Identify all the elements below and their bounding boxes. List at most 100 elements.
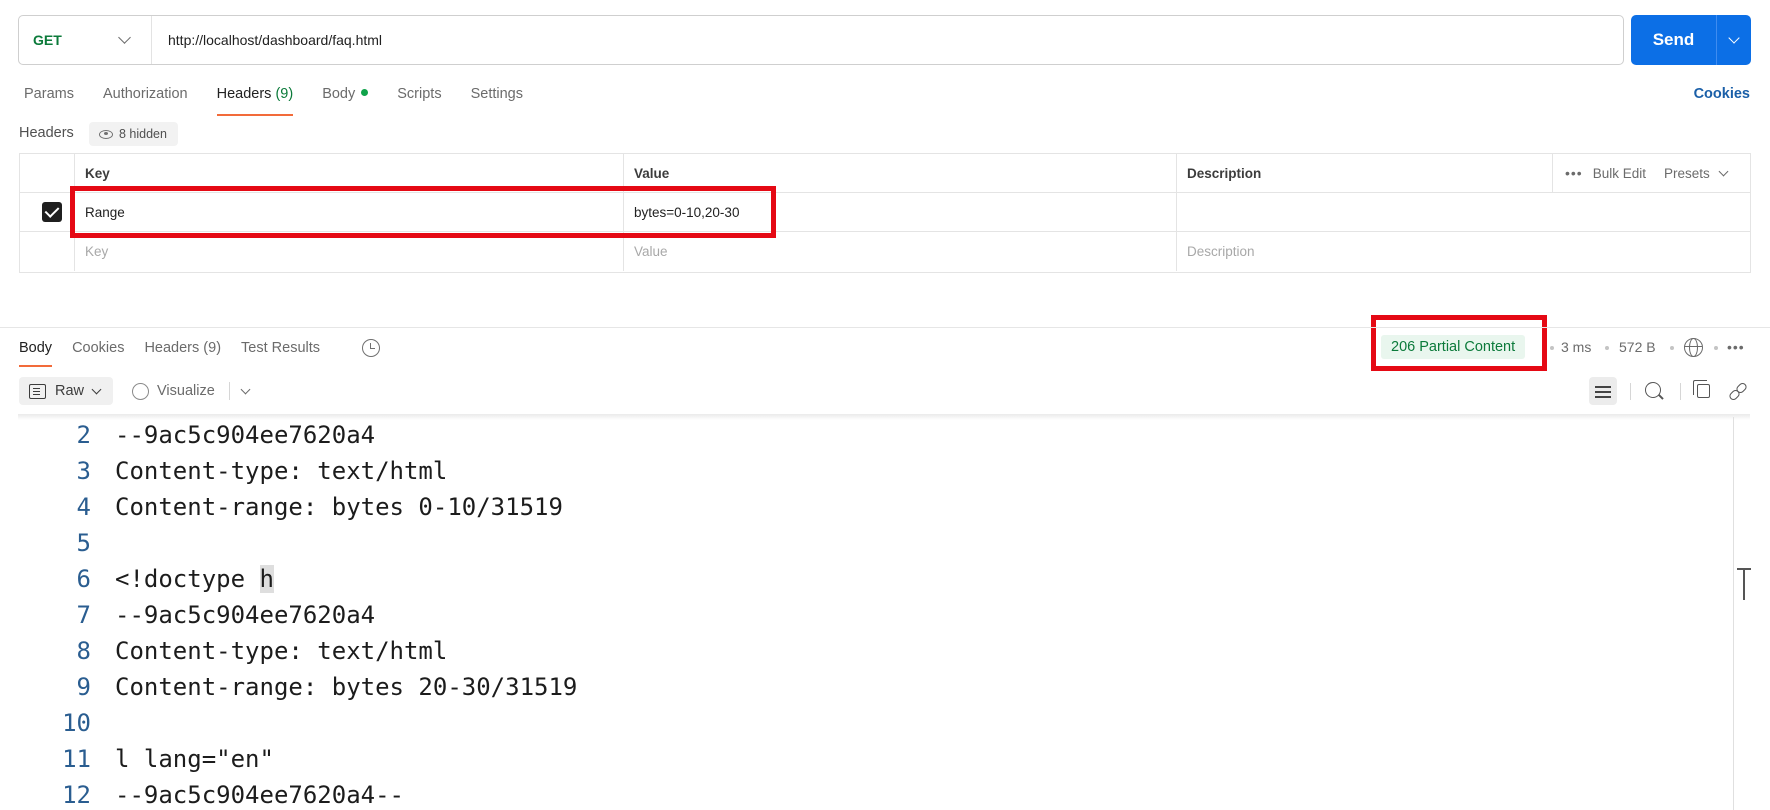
request-tabs: Params Authorization Headers (9) Body Sc… (24, 86, 552, 116)
line-number: 6 (76, 565, 91, 593)
tab-test-results[interactable]: Test Results (241, 340, 320, 367)
code-line: 5 (18, 525, 1734, 561)
line-text: <!doctype h (91, 561, 274, 597)
line-text (91, 705, 115, 741)
status-badge[interactable]: 206 Partial Content (1381, 335, 1526, 359)
line-number: 3 (76, 457, 91, 485)
line-number: 7 (76, 601, 91, 629)
url-bar: GET http://localhost/dashboard/faq.html (18, 15, 1624, 65)
line-text: Content-type: text/html (115, 457, 448, 485)
table-actions: ••• Bulk Edit Presets (1553, 154, 1752, 192)
send-dropdown[interactable] (1717, 32, 1751, 44)
tab-scripts[interactable]: Scripts (397, 86, 441, 116)
line-text: Content-range: bytes 20-30/31519 (115, 673, 578, 701)
globe-icon[interactable] (1684, 338, 1703, 357)
annotation-box-header (70, 186, 776, 238)
tab-params[interactable]: Params (24, 86, 74, 116)
raw-format-icon (29, 383, 46, 399)
send-button[interactable]: Send (1631, 15, 1751, 65)
headers-title: Headers (19, 125, 74, 141)
line-number: 9 (76, 673, 91, 701)
response-size[interactable]: 572 B (1619, 339, 1656, 355)
status-dot-icon (361, 89, 369, 96)
tab-label: Body (322, 86, 356, 102)
toolbar-divider (1680, 383, 1681, 400)
line-number: 10 (62, 709, 91, 737)
response-body-code[interactable]: 2 --9ac5c904ee7620a4 3 Content-type: text/… (18, 417, 1734, 810)
response-time[interactable]: 3 ms (1561, 339, 1591, 355)
code-line: 9 Content-range: bytes 20-30/31519 (18, 669, 1734, 705)
code-line: 6 <!doctype h (18, 561, 1734, 597)
code-line: 10 (18, 705, 1734, 741)
search-icon[interactable] (1645, 382, 1661, 398)
tab-label: Authorization (102, 86, 188, 102)
code-line: 3 Content-type: text/html (18, 453, 1734, 489)
code-line: 4 Content-range: bytes 0-10/31519 (18, 489, 1734, 525)
visualize-button[interactable]: Visualize (132, 377, 251, 405)
tab-label: Headers (144, 340, 200, 356)
hidden-headers-toggle[interactable]: 8 hidden (89, 122, 178, 146)
tab-label: Headers (216, 86, 272, 102)
separator-dot (1550, 346, 1554, 350)
tab-label: Params (24, 86, 74, 102)
separator-dot (1714, 346, 1718, 350)
visualize-icon (132, 382, 149, 400)
copy-icon[interactable] (1693, 380, 1710, 398)
tab-headers[interactable]: Headers (9) (216, 86, 294, 116)
code-line: 8 Content-type: text/html (18, 633, 1734, 669)
more-icon[interactable]: ••• (1565, 165, 1583, 181)
bulk-edit-button[interactable]: Bulk Edit (1593, 166, 1646, 181)
checkbox-column (20, 154, 75, 192)
line-text-part: <!doctype (115, 565, 260, 593)
more-options-icon[interactable]: ••• (1727, 339, 1745, 355)
chevron-down-icon (91, 384, 102, 394)
format-label: Raw (55, 383, 85, 399)
send-label: Send (1652, 30, 1695, 49)
eye-icon (99, 129, 113, 139)
row-checkbox[interactable] (42, 202, 62, 222)
header-description-input[interactable] (1177, 193, 1752, 231)
tab-response-headers[interactable]: Headers (9) (144, 340, 221, 367)
cookies-link[interactable]: Cookies (1694, 86, 1750, 102)
tab-label: Settings (470, 86, 523, 102)
separator-dot (1670, 346, 1674, 350)
line-number: 2 (76, 421, 91, 449)
line-text: l lang="en" (115, 745, 274, 773)
line-text: --9ac5c904ee7620a4 (115, 601, 376, 629)
history-icon[interactable] (362, 339, 380, 357)
separator-dot (1605, 346, 1609, 350)
line-number: 12 (62, 781, 91, 809)
tab-count: (9) (275, 86, 294, 102)
code-line: 11 l lang="en" (18, 741, 1734, 777)
new-description-input[interactable]: Description (1177, 232, 1752, 271)
tab-count: (9) (203, 340, 222, 356)
code-scrollbar-thumb[interactable] (1737, 568, 1751, 600)
line-number: 11 (62, 745, 91, 773)
format-select[interactable]: Raw (19, 377, 113, 405)
line-text: --9ac5c904ee7620a4-- (115, 781, 404, 809)
cursor-highlight: h (259, 565, 274, 593)
tab-response-body[interactable]: Body (19, 340, 53, 367)
tab-body[interactable]: Body (322, 86, 369, 116)
tab-authorization[interactable]: Authorization (103, 86, 188, 116)
chevron-down-icon[interactable] (240, 384, 251, 394)
line-number: 5 (76, 529, 91, 557)
section-divider (0, 327, 1770, 328)
hidden-count: 8 hidden (119, 127, 167, 141)
link-icon[interactable] (1729, 383, 1745, 399)
url-input[interactable]: http://localhost/dashboard/faq.html (152, 32, 382, 48)
line-text: Content-range: bytes 0-10/31519 (115, 493, 563, 521)
visualize-label: Visualize (157, 383, 215, 399)
method-label: GET (33, 32, 62, 48)
chevron-down-icon (1718, 166, 1729, 176)
presets-button[interactable]: Presets (1664, 166, 1710, 181)
line-text: --9ac5c904ee7620a4 (115, 421, 376, 449)
tab-response-cookies[interactable]: Cookies (72, 340, 124, 367)
line-number: 8 (76, 637, 91, 665)
response-tabs: Body Cookies Headers (9) Test Results (19, 340, 340, 367)
code-line: 2 --9ac5c904ee7620a4 (18, 417, 1734, 453)
toolbar-divider (1630, 383, 1631, 400)
method-select[interactable]: GET (19, 16, 152, 64)
wrap-lines-icon[interactable] (1589, 377, 1617, 405)
tab-settings[interactable]: Settings (471, 86, 523, 116)
